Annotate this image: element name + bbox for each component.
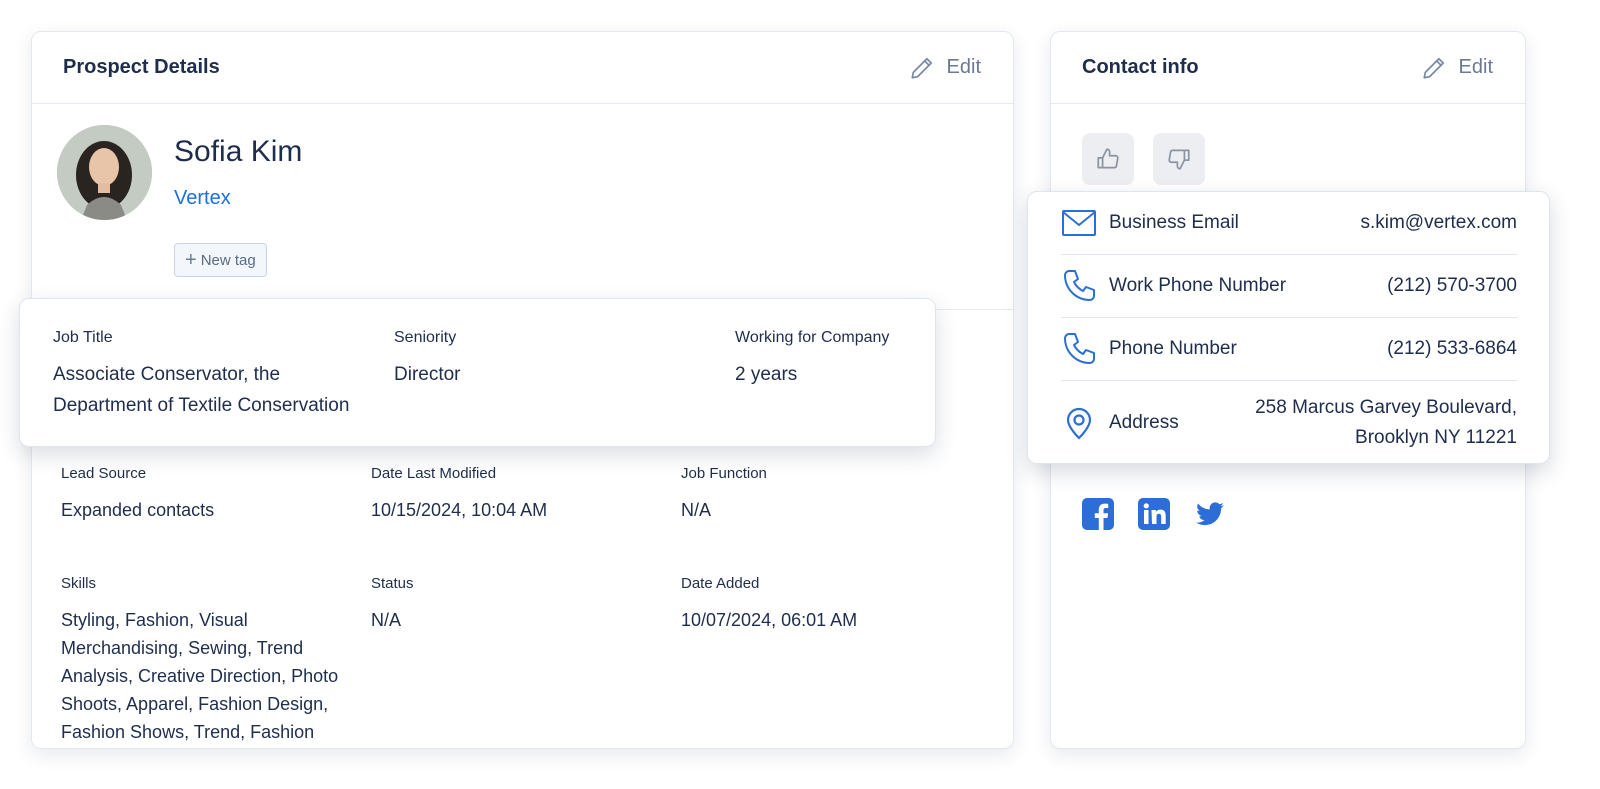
job-title-value: Associate Conservator, the Department of…: [53, 364, 350, 416]
phone-icon: [1064, 333, 1095, 364]
working-value: 2 years: [735, 364, 798, 385]
pencil-icon: [1422, 57, 1444, 79]
job-function-value: N/A: [681, 500, 712, 520]
lead-source-field: Lead Source Expanded contacts: [61, 465, 214, 524]
contact-row-address[interactable]: Address 258 Marcus Garvey Boulevard, Bro…: [1061, 381, 1517, 465]
date-modified-label: Date Last Modified: [371, 465, 497, 482]
job-function-field: Job Function N/A: [681, 465, 767, 524]
thumbs-up-button[interactable]: [1082, 133, 1134, 185]
contact-row-work-phone[interactable]: Work Phone Number (212) 570-3700: [1061, 255, 1517, 318]
prospect-card-header: Prospect Details Edit: [32, 32, 1013, 104]
contact-value-work-phone[interactable]: (212) 570-3700: [1387, 271, 1517, 301]
job-title-label: Job Title: [53, 329, 113, 346]
social-links: [1082, 498, 1226, 530]
contact-label-phone: Phone Number: [1109, 338, 1237, 359]
job-function-label: Job Function: [681, 465, 767, 482]
location-pin-icon: [1066, 407, 1092, 440]
seniority-field: Seniority Director: [394, 329, 461, 390]
contact-value-phone[interactable]: (212) 533-6864: [1387, 334, 1517, 364]
new-tag-button[interactable]: + New tag: [174, 243, 267, 277]
linkedin-icon[interactable]: [1138, 498, 1170, 530]
contact-card-title: Contact info: [1082, 56, 1199, 78]
contact-row-phone[interactable]: Phone Number (212) 533-6864: [1061, 318, 1517, 381]
lead-source-label: Lead Source: [61, 465, 147, 482]
status-value: N/A: [371, 610, 402, 630]
contact-value-address[interactable]: 258 Marcus Garvey Boulevard, Brooklyn NY…: [1217, 393, 1517, 453]
contact-row-email[interactable]: Business Email s.kim@vertex.com: [1061, 192, 1517, 255]
seniority-value: Director: [394, 364, 461, 385]
contact-label-address: Address: [1109, 412, 1179, 433]
prospect-edit-label: Edit: [946, 56, 981, 78]
contact-label-work-phone: Work Phone Number: [1109, 275, 1287, 296]
job-info-card: Job Title Associate Conservator, the Dep…: [19, 298, 936, 447]
plus-icon: +: [185, 249, 197, 271]
skills-value: Styling, Fashion, Visual Merchandising, …: [61, 610, 339, 742]
date-modified-value: 10/15/2024, 10:04 AM: [371, 500, 548, 520]
working-label: Working for Company: [735, 329, 890, 346]
working-field: Working for Company 2 years: [735, 329, 889, 390]
lead-source-value: Expanded contacts: [61, 500, 215, 520]
date-added-value: 10/07/2024, 06:01 AM: [681, 610, 858, 630]
phone-icon: [1064, 270, 1095, 301]
contact-details-popover: Business Email s.kim@vertex.com Work Pho…: [1027, 191, 1550, 464]
contact-edit-label: Edit: [1458, 56, 1493, 78]
twitter-icon[interactable]: [1194, 498, 1226, 530]
date-added-field: Date Added 10/07/2024, 06:01 AM: [681, 575, 857, 634]
date-added-label: Date Added: [681, 575, 760, 592]
date-modified-field: Date Last Modified 10/15/2024, 10:04 AM: [371, 465, 547, 524]
contact-label-email: Business Email: [1109, 212, 1239, 233]
contact-edit-button[interactable]: Edit: [1421, 55, 1493, 81]
prospect-card-title: Prospect Details: [63, 56, 220, 78]
skills-field: Skills Styling, Fashion, Visual Merchand…: [61, 575, 361, 746]
avatar: [57, 125, 152, 220]
mail-icon: [1062, 210, 1096, 236]
status-field: Status N/A: [371, 575, 414, 634]
seniority-label: Seniority: [394, 329, 457, 346]
company-link[interactable]: Vertex: [174, 187, 231, 210]
thumbs-down-button[interactable]: [1153, 133, 1205, 185]
thumbs-down-icon: [1168, 149, 1190, 170]
prospect-name: Sofia Kim: [174, 135, 303, 168]
facebook-icon[interactable]: [1082, 498, 1114, 530]
contact-value-email[interactable]: s.kim@vertex.com: [1360, 208, 1517, 238]
new-tag-label: New tag: [200, 251, 256, 269]
job-title-field: Job Title Associate Conservator, the Dep…: [53, 329, 383, 421]
pencil-icon: [910, 57, 932, 79]
status-label: Status: [371, 575, 414, 592]
skills-label: Skills: [61, 575, 97, 592]
thumbs-up-icon: [1097, 148, 1119, 169]
prospect-edit-button[interactable]: Edit: [909, 55, 981, 81]
contact-card-header: Contact info Edit: [1051, 32, 1525, 104]
